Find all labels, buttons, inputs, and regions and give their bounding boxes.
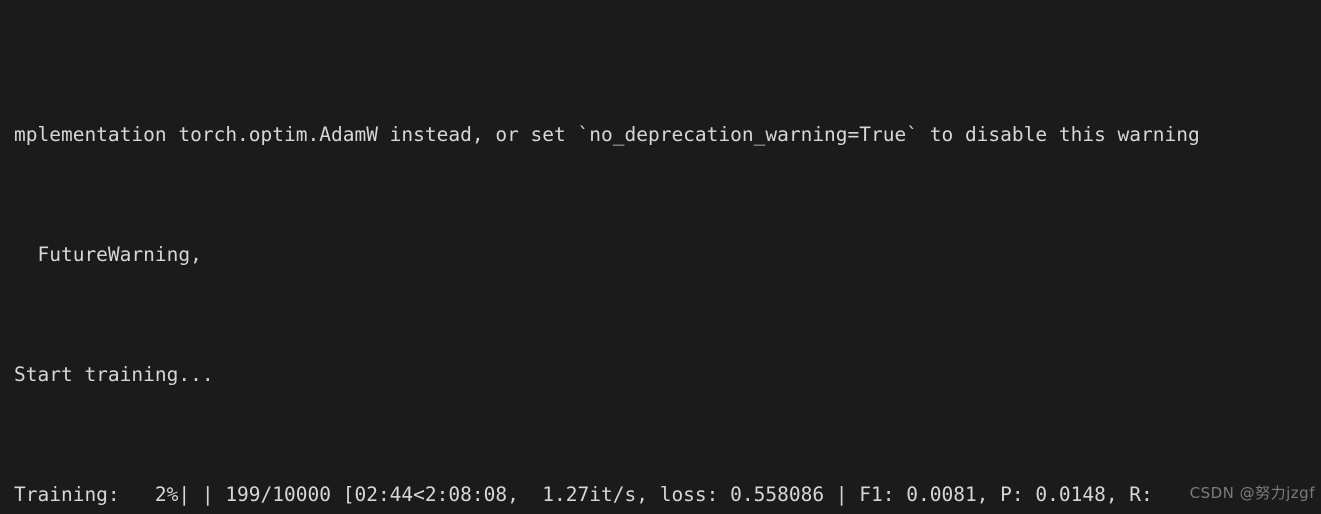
log-line-start-training: Start training... <box>14 363 214 386</box>
log-line-warning-body: mplementation torch.optim.AdamW instead,… <box>14 123 1200 146</box>
log-line-future-warning: FutureWarning, <box>14 243 202 266</box>
csdn-watermark: CSDN @努力jzgf <box>1189 484 1315 502</box>
terminal-window[interactable]: mplementation torch.optim.AdamW instead,… <box>0 0 1321 514</box>
terminal-output: mplementation torch.optim.AdamW instead,… <box>14 0 1200 514</box>
log-line-training-progress-1: Training: 2%| | 199/10000 [02:44<2:08:08… <box>14 483 1153 506</box>
